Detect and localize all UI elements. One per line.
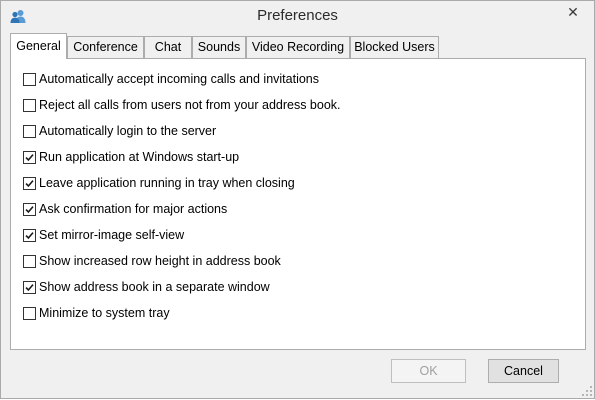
option-label: Automatically accept incoming calls and … xyxy=(39,72,319,86)
tab-general[interactable]: General xyxy=(10,33,67,59)
resize-grip-icon[interactable] xyxy=(581,385,593,397)
checkbox[interactable] xyxy=(23,176,36,190)
option-label: Ask confirmation for major actions xyxy=(39,202,228,216)
option-reject-unknown-calls[interactable]: Reject all calls from users not from you… xyxy=(23,96,341,114)
option-label: Run application at Windows start-up xyxy=(39,150,240,164)
checkbox[interactable] xyxy=(23,98,36,112)
option-auto-accept-calls[interactable]: Automatically accept incoming calls and … xyxy=(23,70,319,88)
option-mirror-self-view[interactable]: Set mirror-image self-view xyxy=(23,226,184,244)
option-label: Set mirror-image self-view xyxy=(39,228,185,242)
option-label: Reject all calls from users not from you… xyxy=(39,98,341,112)
close-button[interactable]: ✕ xyxy=(556,2,590,22)
close-icon: ✕ xyxy=(567,3,579,20)
checkbox[interactable] xyxy=(23,254,36,268)
window-title: Preferences xyxy=(257,7,338,24)
title-bar[interactable]: Preferences ✕ xyxy=(1,1,594,32)
checkbox[interactable] xyxy=(23,150,36,164)
option-increased-row-height[interactable]: Show increased row height in address boo… xyxy=(23,252,281,270)
tab-sounds[interactable]: Sounds xyxy=(192,36,246,58)
checkbox[interactable] xyxy=(23,124,36,138)
checkbox[interactable] xyxy=(23,306,36,320)
preferences-window: Preferences ✕ General Conference Chat So… xyxy=(0,0,595,399)
tab-conference[interactable]: Conference xyxy=(67,36,144,58)
option-separate-address-book[interactable]: Show address book in a separate window xyxy=(23,278,270,296)
checkbox[interactable] xyxy=(23,228,36,242)
checkbox[interactable] xyxy=(23,280,36,294)
option-label: Leave application running in tray when c… xyxy=(39,176,295,190)
option-label: Show increased row height in address boo… xyxy=(39,254,281,268)
tab-chat[interactable]: Chat xyxy=(144,36,192,58)
ok-button[interactable]: OK xyxy=(391,359,466,383)
checkbox[interactable] xyxy=(23,72,36,86)
general-tab-panel: Automatically accept incoming calls and … xyxy=(10,58,586,350)
tab-video-recording[interactable]: Video Recording xyxy=(246,36,350,58)
option-label: Show address book in a separate window xyxy=(39,280,270,294)
option-label: Minimize to system tray xyxy=(39,306,170,320)
cancel-button[interactable]: Cancel xyxy=(488,359,559,383)
option-label: Automatically login to the server xyxy=(39,124,217,138)
option-ask-confirmation[interactable]: Ask confirmation for major actions xyxy=(23,200,227,218)
checkbox[interactable] xyxy=(23,202,36,216)
option-minimize-to-tray[interactable]: Minimize to system tray xyxy=(23,304,170,322)
option-run-at-startup[interactable]: Run application at Windows start-up xyxy=(23,148,239,166)
option-leave-running-in-tray[interactable]: Leave application running in tray when c… xyxy=(23,174,295,192)
tab-blocked-users[interactable]: Blocked Users xyxy=(350,36,439,58)
option-auto-login[interactable]: Automatically login to the server xyxy=(23,122,216,140)
